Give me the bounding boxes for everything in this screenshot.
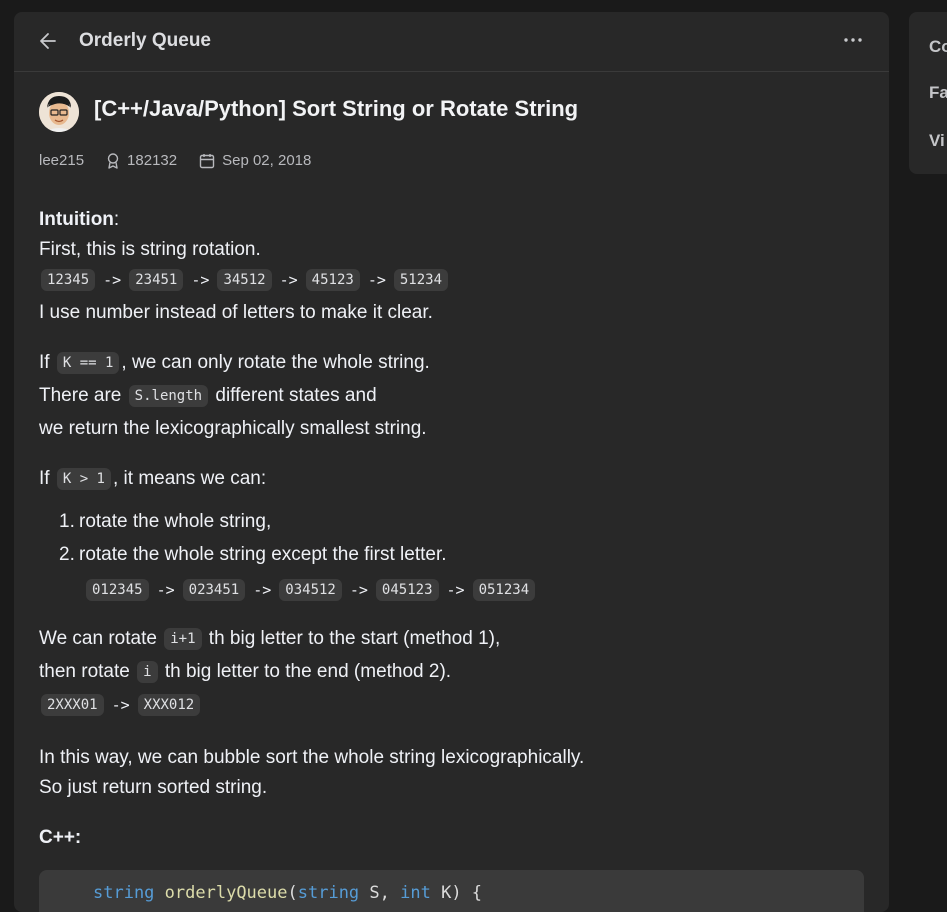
- reputation-count: 182132: [127, 152, 178, 169]
- arrow-text: ->: [349, 581, 368, 599]
- sidebar-item-2[interactable]: Fa: [929, 83, 947, 103]
- rotation-example-2: 012345 -> 023451 -> 034512 -> 045123 -> 051234: [84, 575, 869, 608]
- intuition-heading: Intuition:: [39, 205, 869, 235]
- sidebar-item-1[interactable]: Co: [929, 37, 947, 57]
- code-span: 051234: [472, 579, 536, 601]
- list-number: 2.: [59, 544, 75, 565]
- code-span: 012345: [86, 579, 149, 601]
- more-options-icon[interactable]: [843, 30, 863, 50]
- text-line: There are S.length different states and: [39, 381, 869, 414]
- code-span: 51234: [393, 269, 449, 291]
- list-text: rotate the whole string except the first…: [79, 544, 447, 565]
- code-span: 12345: [41, 269, 96, 291]
- code-span: 034512: [279, 579, 342, 601]
- text-span: , we can only rotate the whole string.: [121, 352, 430, 373]
- arrow-text: ->: [367, 271, 386, 289]
- list-item: 2. rotate the whole string except the fir…: [59, 540, 869, 570]
- post-meta: lee215 182132 Sep 02, 2018: [39, 152, 311, 169]
- code-span: 2XXX01: [41, 694, 104, 716]
- code-text: S,: [359, 883, 401, 903]
- text-span: If: [39, 468, 55, 489]
- post-title: [C++/Java/Python] Sort String or Rotate …: [94, 96, 579, 121]
- sidebar-item-3[interactable]: Vi: [929, 131, 945, 151]
- text-line: So just return sorted string.: [39, 777, 268, 798]
- code-text: K) {: [430, 883, 483, 903]
- code-punct: (: [287, 883, 298, 903]
- text-span: different states and: [210, 385, 377, 406]
- code-keyword: int: [400, 883, 431, 903]
- post-body: Intuition: First, this is string rotatio…: [39, 205, 869, 853]
- arrow-text: ->: [446, 581, 465, 599]
- arrow-text: ->: [111, 696, 130, 714]
- arrow-text: ->: [103, 271, 122, 289]
- cpp-heading: C++:: [39, 823, 869, 853]
- code-span: 23451: [129, 269, 184, 291]
- text-line: I use number instead of letters to make …: [39, 302, 433, 323]
- text-line: In this way, we can bubble sort the whol…: [39, 747, 585, 768]
- post-date: Sep 02, 2018: [222, 152, 312, 169]
- code-span: S.length: [128, 385, 209, 407]
- intuition-label: Intuition: [39, 209, 114, 230]
- text-span: th big letter to the start (method 1),: [203, 628, 501, 649]
- code-span: i+1: [164, 628, 202, 650]
- list-item: 1. rotate the whole string,: [59, 507, 869, 540]
- text-line: If K == 1, we can only rotate the whole …: [39, 348, 869, 381]
- code-span: 023451: [182, 579, 246, 601]
- text-span: , it means we can:: [113, 468, 267, 489]
- arrow-text: ->: [156, 581, 175, 599]
- steps-list: 1. rotate the whole string, 2. rotate the …: [59, 507, 869, 608]
- author-name[interactable]: lee215: [39, 152, 84, 169]
- problem-title: Orderly Queue: [79, 30, 211, 51]
- arrow-text: ->: [279, 271, 298, 289]
- text-span: th big letter to the end (method 2).: [159, 661, 452, 682]
- panel-header: Orderly Queue: [14, 12, 889, 72]
- code-span: 045123: [375, 579, 439, 601]
- text-span: There are: [39, 385, 127, 406]
- code-block[interactable]: string orderlyQueue(string S, int K) {: [39, 870, 864, 912]
- arrow-text: ->: [191, 271, 210, 289]
- code-span: 45123: [305, 269, 360, 291]
- text-span: We can rotate: [39, 628, 163, 649]
- reputation-icon: [107, 152, 119, 169]
- author-avatar[interactable]: [39, 92, 79, 132]
- code-span: XXX012: [137, 694, 201, 716]
- list-text: rotate the whole string,: [79, 511, 272, 532]
- colon: :: [113, 209, 120, 230]
- text-line: We can rotate i+1 th big letter to the s…: [39, 624, 869, 657]
- code-span: K > 1: [56, 468, 111, 490]
- calendar-icon: [199, 153, 215, 168]
- code-span: i: [137, 661, 158, 683]
- code-span: K == 1: [56, 352, 120, 374]
- rotation-example: 12345 -> 23451 -> 34512 -> 45123 -> 51234: [39, 265, 869, 298]
- arrow-text: ->: [253, 581, 272, 599]
- code-keyword: string: [297, 883, 360, 903]
- text-line: First, this is string rotation.: [39, 239, 261, 260]
- text-span: If: [39, 352, 55, 373]
- solution-panel: Orderly Queue [C++/Java/Python] Sort Str…: [14, 12, 889, 912]
- avatar-face-icon: [39, 92, 79, 132]
- right-sidebar: Co Fa Vi: [909, 12, 947, 174]
- text-line: If K > 1, it means we can:: [39, 464, 869, 497]
- text-line: then rotate i th big letter to the end (…: [39, 657, 869, 690]
- code-line: string orderlyQueue(string S, int K) {: [93, 883, 482, 903]
- list-number: 1.: [59, 511, 75, 532]
- back-arrow-icon[interactable]: [38, 31, 58, 51]
- text-line: we return the lexicographically smallest…: [39, 418, 427, 439]
- code-keyword: string: [93, 883, 155, 903]
- text-span: then rotate: [39, 661, 136, 682]
- code-function-name: orderlyQueue: [164, 883, 288, 903]
- method-example: 2XXX01 -> XXX012: [39, 690, 869, 723]
- code-span: 34512: [217, 269, 272, 291]
- cpp-label: C++:: [39, 827, 82, 848]
